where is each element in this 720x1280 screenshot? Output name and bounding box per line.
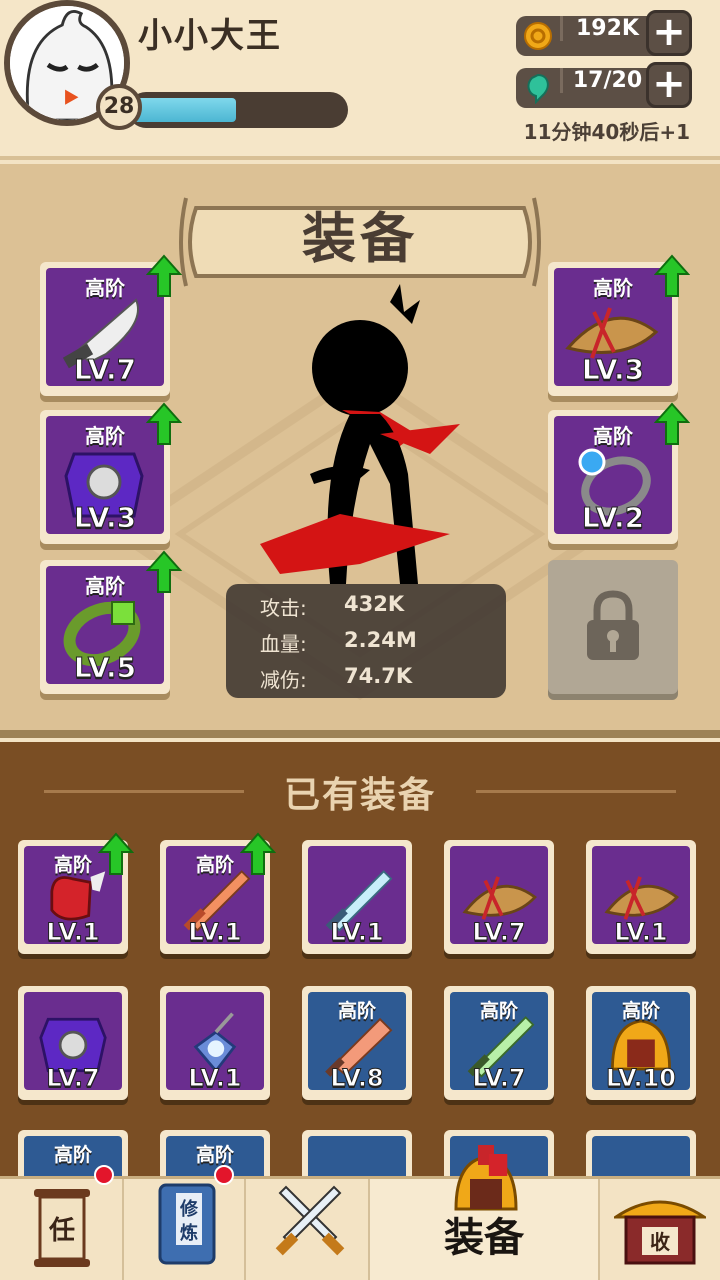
notification-dot xyxy=(94,1165,114,1185)
owned-item[interactable]: 高阶 LV.8 xyxy=(302,986,412,1100)
nav-tab-equipment[interactable]: 装备 xyxy=(370,1145,600,1280)
energy-value: 17/20 xyxy=(560,68,652,93)
svg-text:收: 收 xyxy=(650,1230,670,1254)
nav-tab-battle[interactable] xyxy=(246,1179,370,1280)
owned-item[interactable]: 高阶 LV.10 xyxy=(586,986,696,1100)
level-label: LV.1 xyxy=(188,1064,242,1091)
stat-label: 血量: xyxy=(260,632,307,656)
owned-section-title: 已有装备 xyxy=(283,775,436,816)
level-label: LV.1 xyxy=(330,918,384,945)
owned-item[interactable] xyxy=(302,1130,412,1176)
upgrade-arrow-icon xyxy=(98,832,134,875)
panel-title: 装备 xyxy=(302,207,418,270)
stats-panel: 攻击: 432K 血量: 2.24M 减伤: 74.7K xyxy=(226,584,506,698)
stat-value: 432K xyxy=(344,592,405,616)
upgrade-arrow-icon xyxy=(146,550,182,593)
grade-label: 高阶 xyxy=(621,1000,660,1022)
upgrade-arrow-icon xyxy=(146,402,182,445)
stat-value: 2.24M xyxy=(344,628,417,652)
upgrade-arrow-icon xyxy=(240,832,276,875)
grade-label: 高阶 xyxy=(337,1000,376,1022)
gold-value: 192K xyxy=(560,16,652,41)
top-bar: 28 小小大王 192K + 17/20 + 11分钟40秒后+1 xyxy=(0,0,720,160)
grade-label: 高阶 xyxy=(195,1144,234,1166)
upgrade-arrow-icon xyxy=(146,254,182,297)
upgrade-arrow-icon xyxy=(654,402,690,445)
blue-mask-icon xyxy=(600,1154,682,1176)
level-label: LV.7 xyxy=(46,1064,100,1091)
owned-item[interactable]: LV.7 xyxy=(444,840,554,954)
owned-equipment-section[interactable]: 已有装备 高阶 LV.1 高阶 LV.1 LV.1 LV.7 LV.1 LV.7 LV.1 高阶 L… xyxy=(0,742,720,1176)
level-label: LV.1 xyxy=(46,918,100,945)
energy-regen-timer: 11分钟40秒后+1 xyxy=(523,120,690,144)
owned-item[interactable]: 高阶 LV.7 xyxy=(444,986,554,1100)
nav-tab-collection[interactable]: 收 xyxy=(600,1179,720,1280)
owned-item[interactable]: LV.1 xyxy=(302,840,412,954)
notification-dot xyxy=(214,1165,234,1185)
player-level-badge: 28 xyxy=(96,84,142,130)
level-label: LV.1 xyxy=(614,918,668,945)
svg-text:炼: 炼 xyxy=(180,1222,198,1244)
owned-item[interactable]: LV.1 xyxy=(160,986,270,1100)
owned-item[interactable] xyxy=(586,1130,696,1176)
upgrade-arrow-icon xyxy=(654,254,690,297)
owned-item[interactable]: LV.7 xyxy=(18,986,128,1100)
xp-bar-fill xyxy=(128,98,236,122)
level-label: LV.7 xyxy=(73,353,137,387)
collection-shop-icon: 收 xyxy=(614,1200,706,1265)
gold-coin-icon xyxy=(524,22,552,50)
level-label: LV.7 xyxy=(472,1064,526,1091)
nav-tab-label: 装备 xyxy=(444,1215,524,1261)
nav-tab-tasks[interactable]: 任 xyxy=(0,1165,124,1280)
equip-slot-locked[interactable] xyxy=(548,560,678,694)
task-scroll-icon: 任 xyxy=(34,1189,90,1267)
padlock-icon xyxy=(587,590,639,660)
nav-tab-cultivation[interactable]: 修 炼 xyxy=(124,1165,246,1280)
xp-bar xyxy=(128,92,348,128)
claw-icon xyxy=(316,1154,398,1176)
add-gold-button[interactable]: + xyxy=(646,10,692,56)
grade-label: 高阶 xyxy=(479,1000,518,1022)
cultivation-book-icon: 修 炼 xyxy=(158,1183,216,1265)
level-label: LV.8 xyxy=(330,1064,384,1091)
level-label: LV.10 xyxy=(606,1064,677,1091)
owned-item[interactable]: LV.1 xyxy=(586,840,696,954)
crossed-swords-icon xyxy=(275,1185,345,1256)
level-label: LV.1 xyxy=(188,918,242,945)
stat-label: 减伤: xyxy=(260,668,307,692)
stat-value: 74.7K xyxy=(344,664,413,688)
level-label: LV.5 xyxy=(73,651,137,685)
bottom-nav: 任 修 炼 装备 收 xyxy=(0,1145,720,1280)
add-energy-button[interactable]: + xyxy=(646,62,692,108)
stat-label: 攻击: xyxy=(260,596,307,620)
svg-text:修: 修 xyxy=(179,1198,199,1220)
level-label: LV.3 xyxy=(581,353,645,387)
level-label: LV.7 xyxy=(472,918,526,945)
green-gem-icon xyxy=(527,73,549,104)
helmet-red-icon xyxy=(488,1154,508,1176)
player-name: 小小大王 xyxy=(138,16,282,56)
level-label: LV.3 xyxy=(73,501,137,535)
equipment-panel: 装备 高阶 LV.7 高阶 LV.3 高阶 LV.5 高阶 LV.3 高阶 LV… xyxy=(0,164,720,738)
svg-text:任: 任 xyxy=(48,1216,75,1246)
grade-label: 高阶 xyxy=(53,1144,92,1166)
level-label: LV.2 xyxy=(581,501,645,535)
